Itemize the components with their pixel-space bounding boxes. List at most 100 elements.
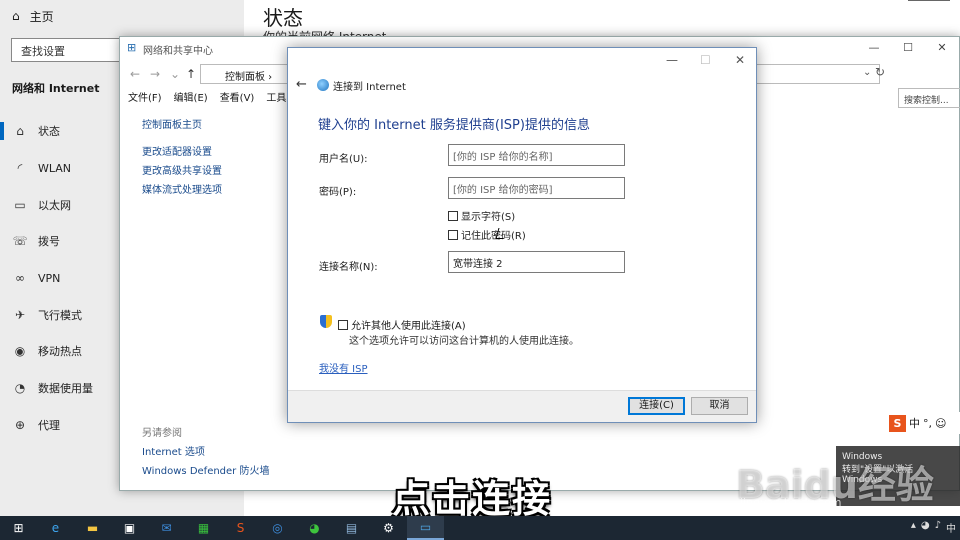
nav-item-dialup[interactable]: ☏ 拨号 (12, 232, 60, 250)
menu-file[interactable]: 文件(F) (128, 89, 162, 104)
back-arrow-icon[interactable]: ← (296, 77, 307, 92)
firewall-link[interactable]: Windows Defender 防火墙 (142, 462, 269, 477)
nav-item-ethernet[interactable]: ▭ 以太网 (12, 196, 71, 214)
home-icon: ⌂ (12, 9, 20, 23)
system-tray: ▴ ◕ ♪ 中 (911, 520, 956, 535)
nav-item-label: 数据使用量 (38, 382, 93, 395)
cancel-button[interactable]: 取消 (691, 397, 748, 415)
nav-item-airplane[interactable]: ✈ 飞行模式 (12, 306, 82, 324)
ethernet-icon: ▭ (14, 198, 26, 212)
explorer-icon[interactable]: ▬ (74, 516, 111, 540)
close-button[interactable]: ✕ (925, 37, 959, 59)
start-icon[interactable]: ⊞ (0, 516, 37, 540)
nav-item-hotspot[interactable]: ◉ 移动热点 (12, 342, 82, 360)
internet-options-link[interactable]: Internet 选项 (142, 443, 205, 458)
nav-item-vpn[interactable]: ∞ VPN (12, 269, 60, 287)
nav-item-label: 移动热点 (38, 345, 82, 358)
password-field[interactable]: [你的 ISP 给你的密码] (448, 177, 625, 199)
tray-wechat-icon[interactable]: ◕ (921, 520, 930, 535)
nav-item-status[interactable]: ⌂ 状态 (0, 122, 60, 140)
allow-others-description: 这个选项允许可以访问这台计算机的人使用此连接。 (349, 336, 579, 347)
dialog-footer: 连接(C) 取消 (288, 390, 756, 422)
breadcrumb[interactable]: 控制面板 (225, 72, 265, 83)
checkbox-box[interactable] (338, 319, 348, 330)
remember-password-checkbox[interactable]: 记住此密码(R) (448, 227, 526, 242)
nav-item-label: 以太网 (38, 199, 71, 212)
nav-item-data-usage[interactable]: ◔ 数据使用量 (12, 379, 93, 397)
checkbox-box[interactable] (448, 210, 458, 221)
change-adapter-link[interactable]: 更改适配器设置 (142, 143, 212, 158)
minimize-button[interactable]: — (857, 37, 891, 59)
connection-name-field[interactable]: 宽带连接 2 (448, 251, 625, 273)
punctuation-icon: °, (923, 416, 932, 430)
window-search-input[interactable]: 搜索控制... (898, 88, 960, 108)
remember-password-label: 记住此密码(R) (461, 231, 526, 242)
refresh-icon[interactable]: ↻ (875, 65, 885, 79)
dialup-icon: ☏ (12, 234, 28, 248)
menu-bar: 文件(F) 编辑(E) 查看(V) 工具(T) (128, 89, 300, 104)
forward-arrow-icon[interactable]: → (150, 67, 160, 81)
mail-icon[interactable]: ✉ (148, 516, 185, 540)
maximize-button[interactable]: ☐ (891, 37, 925, 59)
checkbox-box[interactable] (448, 229, 458, 240)
back-arrow-icon[interactable]: ← (130, 67, 140, 81)
vpn-icon: ∞ (15, 271, 25, 285)
iqiyi-icon[interactable]: ▦ (185, 516, 222, 540)
nav-home[interactable]: ⌂ 主页 (12, 7, 54, 25)
sogou-logo-icon: S (889, 414, 906, 432)
minimize-icon: — (666, 53, 678, 67)
menu-view[interactable]: 查看(V) (220, 89, 255, 104)
dialog-close-button[interactable]: ✕ (735, 53, 745, 67)
allow-others-label: 允许其他人使用此连接(A) (351, 321, 466, 332)
nav-item-label: WLAN (38, 161, 72, 175)
baidu-watermark-url: jingyan.baidu.com (740, 496, 842, 509)
nav-item-label: 拨号 (38, 235, 60, 248)
show-chars-checkbox[interactable]: 显示字符(S) (448, 208, 515, 223)
sogou-icon[interactable]: S (222, 516, 259, 540)
nav-item-proxy[interactable]: ⊕ 代理 (12, 416, 60, 434)
password-label: 密码(P): (319, 187, 357, 198)
taskbar: ⊞ e ▬ ▣ ✉ ▦ S ◎ ◕ ▤ ⚙ ▭ ▴ ◕ ♪ 中 (0, 516, 960, 540)
ime-toolbar[interactable]: S 中 °, ☺ (886, 412, 960, 434)
network-window-icon[interactable]: ▭ (407, 516, 444, 540)
emoji-icon: ☺ (935, 416, 947, 430)
wechat-icon[interactable]: ◕ (296, 516, 333, 540)
connect-button[interactable]: 连接(C) (628, 397, 685, 415)
minimize-icon[interactable] (908, 0, 950, 3)
menu-edit[interactable]: 编辑(E) (174, 89, 208, 104)
uac-shield-icon (320, 315, 332, 328)
advanced-sharing-link[interactable]: 更改高级共享设置 (142, 162, 222, 177)
network-globe-icon (317, 79, 329, 91)
tray-lang[interactable]: 中 (946, 520, 956, 535)
media-streaming-link[interactable]: 媒体流式处理选项 (142, 181, 222, 196)
connection-name-label: 连接名称(N): (319, 262, 378, 273)
nav-item-wlan[interactable]: ◜ WLAN (12, 159, 71, 177)
username-label: 用户名(U): (319, 154, 368, 165)
maximize-icon: ☐ (700, 53, 711, 67)
show-chars-label: 显示字符(S) (461, 212, 516, 223)
allow-others-checkbox[interactable]: 允许其他人使用此连接(A) (338, 317, 466, 332)
address-dropdown-icon[interactable]: ⌄ (863, 67, 871, 78)
control-panel-home-link[interactable]: 控制面板主页 (142, 116, 202, 131)
no-isp-link[interactable]: 我没有 ISP (319, 360, 368, 375)
browser-icon[interactable]: ◎ (259, 516, 296, 540)
wifi-icon: ◜ (17, 161, 23, 175)
home-icon: ⌂ (16, 124, 24, 138)
page-title: 状态 (263, 6, 303, 30)
settings-icon[interactable]: ⚙ (370, 516, 407, 540)
notepad-icon[interactable]: ▤ (333, 516, 370, 540)
store-icon[interactable]: ▣ (111, 516, 148, 540)
video-subtitle: 点击连接 (392, 477, 553, 521)
nav-item-label: 状态 (38, 125, 60, 138)
up-arrow-icon[interactable]: ↑ (186, 67, 196, 81)
chevron-down-icon[interactable]: ⌄ (170, 67, 180, 81)
tray-volume-icon[interactable]: ♪ (935, 520, 941, 535)
nav-item-label: 代理 (38, 419, 60, 432)
settings-section-title: 网络和 Internet (12, 82, 100, 95)
nav-home-label: 主页 (29, 9, 54, 24)
tray-network-icon[interactable]: ▴ (911, 520, 916, 535)
ime-mode-label: 中 (909, 417, 920, 430)
edge-icon[interactable]: e (37, 516, 74, 540)
connect-dialog: — ☐ ✕ ← 连接到 Internet 键入你的 Internet 服务提供商… (287, 47, 757, 423)
username-field[interactable]: [你的 ISP 给你的名称] (448, 144, 625, 166)
